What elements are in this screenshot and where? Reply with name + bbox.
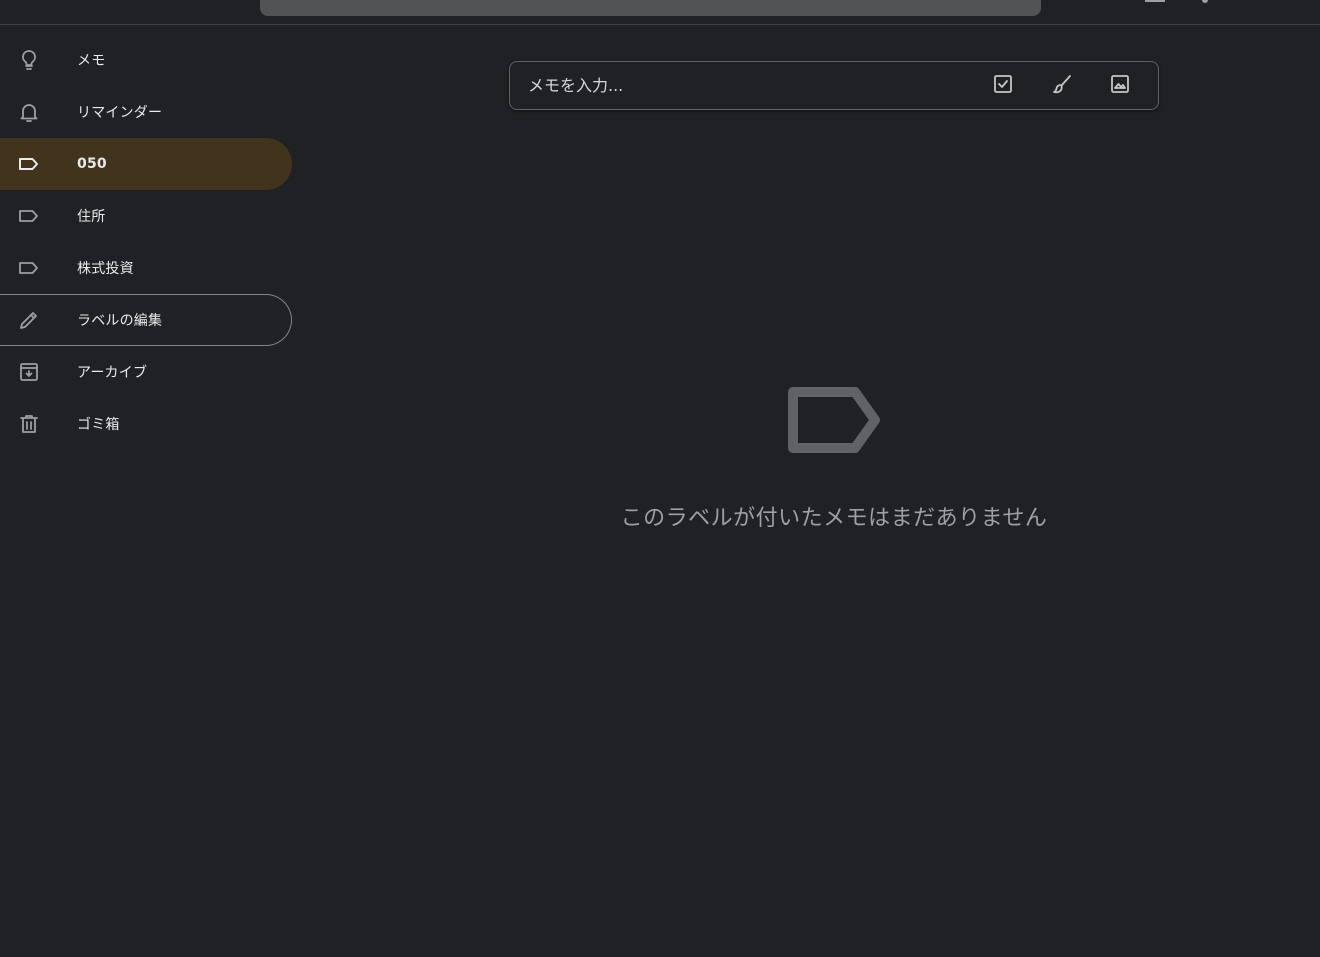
sidebar-item-memo[interactable]: メモ <box>0 34 292 86</box>
label-icon <box>17 152 41 176</box>
note-composer[interactable] <box>509 61 1159 110</box>
new-list-button[interactable] <box>990 73 1016 99</box>
new-image-button[interactable] <box>1107 73 1133 99</box>
sidebar-item-label-050[interactable]: 050 <box>0 138 292 190</box>
sidebar-item-label: リマインダー <box>77 105 163 121</box>
sidebar-item-label: ラベルの編集 <box>77 313 163 329</box>
sidebar-item-label: 050 <box>77 156 107 172</box>
empty-state-message: このラベルが付いたメモはまだありません <box>620 506 1048 531</box>
sidebar-item-reminders[interactable]: リマインダー <box>0 86 292 138</box>
view-toggle-icon[interactable] <box>1145 0 1165 2</box>
brush-icon <box>1050 72 1074 100</box>
sidebar-item-archive[interactable]: アーカイブ <box>0 346 292 398</box>
pencil-icon <box>17 308 41 332</box>
top-bar <box>0 0 1320 25</box>
sidebar-item-label: 住所 <box>77 209 106 225</box>
sidebar-item-label: メモ <box>77 53 106 69</box>
label-icon <box>17 204 41 228</box>
label-icon <box>17 256 41 280</box>
sidebar-item-label: アーカイブ <box>77 365 148 381</box>
checkbox-icon <box>991 72 1015 100</box>
lightbulb-icon <box>17 48 41 72</box>
sidebar-item-label: 株式投資 <box>77 261 134 277</box>
sidebar-item-edit-labels[interactable]: ラベルの編集 <box>0 294 292 346</box>
note-input[interactable] <box>528 62 968 109</box>
image-icon <box>1108 72 1132 100</box>
sidebar-item-trash[interactable]: ゴミ箱 <box>0 398 292 450</box>
settings-icon[interactable] <box>1202 0 1208 3</box>
bell-icon <box>17 100 41 124</box>
search-bar[interactable] <box>260 0 1041 16</box>
new-drawing-button[interactable] <box>1049 73 1075 99</box>
sidebar-item-label-stocks[interactable]: 株式投資 <box>0 242 292 294</box>
sidebar: メモ リマインダー 050 住所 株式投資 ラベルの編集 アーカイブ ゴミ箱 <box>0 34 292 450</box>
archive-icon <box>17 360 41 384</box>
sidebar-item-label-address[interactable]: 住所 <box>0 190 292 242</box>
trash-icon <box>17 412 41 436</box>
label-outline-icon <box>788 387 880 453</box>
sidebar-item-label: ゴミ箱 <box>77 417 120 433</box>
empty-state: このラベルが付いたメモはまだありません <box>509 380 1159 532</box>
